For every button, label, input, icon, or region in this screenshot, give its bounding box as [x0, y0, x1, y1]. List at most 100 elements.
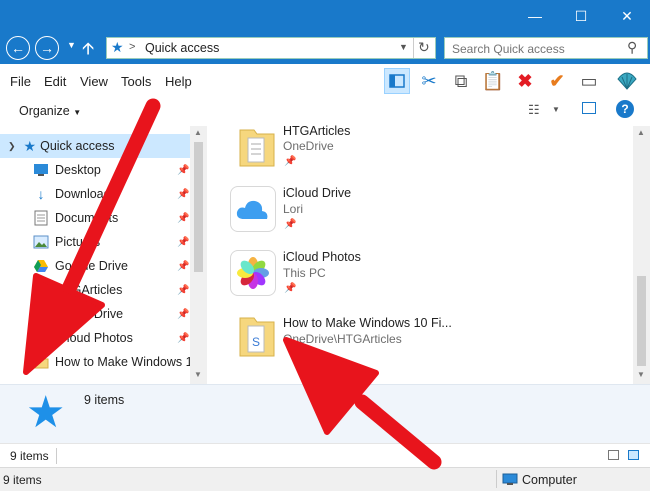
- delete-x-icon: ✖: [517, 70, 533, 91]
- nav-item-how-to[interactable]: How to Make Windows 10: [0, 350, 208, 374]
- view-options-icon[interactable]: ☷: [528, 102, 540, 118]
- nav-item-downloads[interactable]: ↓ Downloads 📌: [0, 182, 190, 206]
- menu-tools[interactable]: Tools: [121, 74, 151, 89]
- photos-flower-icon: [230, 250, 276, 296]
- content-scrollbar[interactable]: ▲ ▼: [633, 126, 650, 384]
- bottom-status-bar: 9 items Computer: [0, 467, 650, 491]
- content-item-icloud-photos[interactable]: iCloud Photos This PC 📌: [230, 248, 630, 306]
- document-icon: [33, 210, 49, 226]
- maximize-button[interactable]: ☐: [558, 0, 604, 32]
- nav-scrollbar[interactable]: ▲ ▼: [190, 126, 207, 384]
- copy-icon: ⧉: [454, 70, 468, 91]
- close-button[interactable]: ✕: [604, 0, 650, 32]
- star-icon: ★: [23, 137, 37, 154]
- recent-locations-button[interactable]: ▼: [67, 40, 76, 50]
- minimize-button[interactable]: —: [512, 0, 558, 32]
- folder-icon: [33, 282, 49, 298]
- menu-help[interactable]: Help: [165, 74, 192, 89]
- download-icon: ↓: [37, 186, 45, 202]
- navigation-pane: ❯ ★ Quick access Desktop 📌 ↓ Downloads 📌…: [0, 126, 208, 384]
- nav-item-icloud-photos[interactable]: iCloud Photos 📌: [0, 326, 190, 350]
- forward-button[interactable]: →: [35, 36, 59, 60]
- organize-button[interactable]: Organize ▼: [19, 104, 81, 118]
- rename-button[interactable]: ▭: [576, 68, 602, 94]
- status-computer-label: Computer: [522, 473, 577, 487]
- checkmark-icon: ✔: [549, 70, 565, 91]
- tiles-view-icon[interactable]: [628, 450, 639, 460]
- breadcrumb-quick-access[interactable]: Quick access: [145, 41, 219, 55]
- pane-icon: [389, 74, 405, 88]
- arrow-left-icon: ←: [11, 40, 25, 56]
- address-dropdown-icon[interactable]: ▼: [399, 42, 408, 52]
- details-pane-icon[interactable]: [582, 102, 596, 114]
- scroll-up-icon[interactable]: ▲: [637, 128, 645, 137]
- pin-icon: 📌: [177, 164, 190, 176]
- nav-item-desktop[interactable]: Desktop 📌: [0, 158, 190, 182]
- nav-item-htgarticles[interactable]: HTGArticles 📌: [0, 278, 190, 302]
- cut-button[interactable]: ✂: [416, 68, 442, 94]
- pin-icon: 📌: [177, 236, 190, 248]
- nav-scroll-thumb[interactable]: [194, 142, 203, 272]
- command-bar: Organize ▼ ☷ ▼ ?: [0, 96, 650, 127]
- delete-button[interactable]: ✖: [512, 68, 538, 94]
- copy-button[interactable]: ⧉: [448, 68, 474, 94]
- nav-quick-access[interactable]: ❯ ★ Quick access: [0, 134, 190, 158]
- paste-button[interactable]: 📋: [480, 68, 506, 94]
- content-scroll-thumb[interactable]: [637, 276, 646, 366]
- pin-icon: 📌: [284, 219, 297, 230]
- desktop-icon: [33, 162, 49, 178]
- title-bar: — ☐ ✕: [0, 0, 650, 32]
- svg-text:S: S: [252, 335, 260, 349]
- scroll-down-icon[interactable]: ▼: [194, 370, 202, 379]
- content-pane: HTGArticles OneDrive 📌 iCloud Drive Lori…: [208, 124, 633, 384]
- icloud-photos-icon: [33, 330, 49, 346]
- pin-icon: 📌: [177, 308, 190, 320]
- clipboard-icon: 📋: [481, 70, 505, 91]
- content-item-icloud-drive[interactable]: iCloud Drive Lori 📌: [230, 184, 630, 242]
- breadcrumb-separator: >: [129, 41, 136, 53]
- view-dropdown-icon[interactable]: ▼: [552, 105, 560, 114]
- nav-item-documents[interactable]: Documents 📌: [0, 206, 190, 230]
- folder-icon: S: [236, 314, 276, 361]
- icloud-icon: [230, 186, 276, 232]
- star-icon: ★: [26, 388, 66, 437]
- folder-icon: [33, 354, 49, 370]
- arrow-right-icon: →: [40, 40, 54, 56]
- scissors-icon: ✂: [421, 70, 437, 91]
- menu-edit[interactable]: Edit: [44, 74, 66, 89]
- icloud-icon: [33, 306, 49, 322]
- pin-icon: 📌: [177, 332, 190, 344]
- scroll-up-icon[interactable]: ▲: [194, 128, 202, 137]
- content-item-how-to-make[interactable]: S How to Make Windows 10 Fi... OneDrive\…: [230, 314, 630, 372]
- back-button[interactable]: ←: [6, 36, 30, 60]
- pin-icon: 📌: [284, 156, 297, 167]
- shell-icon[interactable]: [614, 68, 640, 94]
- expand-chevron-icon[interactable]: ❯: [8, 141, 16, 152]
- menu-file[interactable]: File: [10, 74, 31, 89]
- help-icon[interactable]: ?: [616, 100, 634, 118]
- search-input[interactable]: [450, 40, 624, 58]
- preview-pane-toggle[interactable]: [384, 68, 410, 94]
- address-bar[interactable]: ★ > Quick access ▼ ↻: [106, 37, 436, 59]
- content-item-htgarticles[interactable]: HTGArticles OneDrive 📌: [230, 124, 630, 182]
- details-view-icon[interactable]: [608, 450, 619, 460]
- pin-icon: 📌: [177, 212, 190, 224]
- arrow-up-icon: 🡩: [82, 39, 95, 58]
- nav-item-icloud-drive[interactable]: iCloud Drive 📌: [0, 302, 190, 326]
- rename-icon: ▭: [580, 70, 598, 91]
- pin-icon: 📌: [177, 260, 190, 272]
- refresh-icon[interactable]: ↻: [418, 39, 430, 56]
- computer-icon: [502, 473, 518, 489]
- pin-icon: 📌: [284, 283, 297, 294]
- search-icon[interactable]: ⚲: [627, 39, 637, 56]
- menu-view[interactable]: View: [80, 74, 108, 89]
- scroll-down-icon[interactable]: ▼: [637, 370, 645, 379]
- search-box[interactable]: ⚲: [444, 37, 648, 59]
- divider: [496, 470, 497, 488]
- nav-item-pictures[interactable]: Pictures 📌: [0, 230, 190, 254]
- pictures-icon: [33, 234, 49, 250]
- status-bar: 9 items: [0, 443, 650, 468]
- nav-item-google-drive[interactable]: Google Drive 📌: [0, 254, 190, 278]
- up-button[interactable]: 🡩: [82, 36, 94, 65]
- properties-button[interactable]: ✔: [544, 68, 570, 94]
